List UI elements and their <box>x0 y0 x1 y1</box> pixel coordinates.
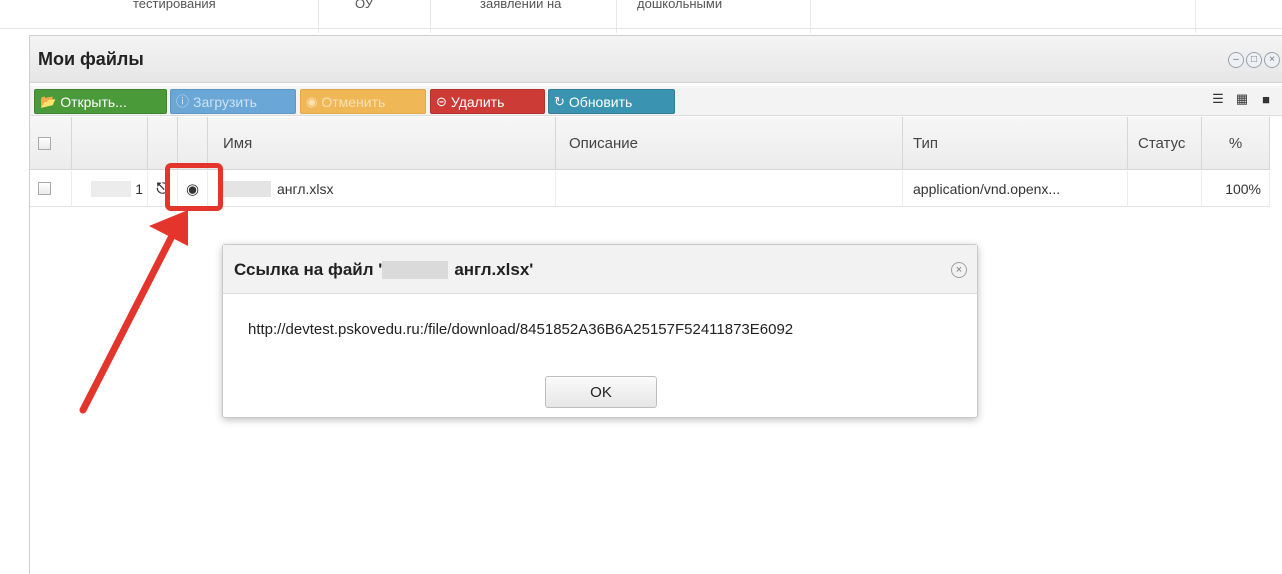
row-number-cell: 1 <box>72 171 148 206</box>
select-all-column <box>30 117 72 169</box>
open-button-label: Открыть... <box>60 93 127 110</box>
row-description-cell <box>556 171 903 206</box>
list-view-icon[interactable]: ☰ <box>1210 91 1226 107</box>
type-column-header[interactable]: Тип <box>903 117 1128 169</box>
description-header-label: Описание <box>569 134 639 152</box>
percent-column-header[interactable]: % <box>1202 117 1270 169</box>
background-cell: дошкольными <box>637 0 723 11</box>
dialog-title: Ссылка на файл ' англ.xlsx' <box>234 260 533 280</box>
delete-button[interactable]: ⊝ Удалить <box>430 89 545 114</box>
cancel-button-label: Отменить <box>321 93 386 110</box>
grid-small-view-icon[interactable]: ▦ <box>1234 91 1250 107</box>
background-cell: тестирования <box>133 0 216 11</box>
dialog-title-suffix: англ.xlsx' <box>454 260 534 279</box>
grid-large-view-icon[interactable]: ■ <box>1258 91 1274 107</box>
upload-button[interactable]: ⓘ Загрузить <box>170 89 296 114</box>
background-cell: заявлении на <box>480 0 562 11</box>
toolbar: 📂 Открыть... ⓘ Загрузить ◉ Отменить ⊝ Уд… <box>30 86 1282 116</box>
maximize-icon[interactable]: □ <box>1246 52 1262 68</box>
status-header-label: Статус <box>1138 134 1186 152</box>
file-name: англ.xlsx <box>277 180 334 197</box>
name-column-header[interactable]: Имя <box>208 117 556 169</box>
upload-circle-icon: ⓘ <box>176 94 190 109</box>
row-name-cell: англ.xlsx <box>208 171 556 206</box>
redacted-area <box>91 180 132 197</box>
number-column-header <box>72 117 148 169</box>
ok-button[interactable]: OK <box>545 376 657 408</box>
background-table-row: тестирования ОУ заявлении на дошкольными <box>0 0 1282 33</box>
row-percent-cell: 100% <box>1202 171 1270 206</box>
name-header-label: Имя <box>223 134 253 152</box>
file-link-dialog: Ссылка на файл ' англ.xlsx' × http://dev… <box>222 244 978 418</box>
cancel-button[interactable]: ◉ Отменить <box>300 89 426 114</box>
status-column-header[interactable]: Статус <box>1128 117 1202 169</box>
download-link-text: http://devtest.pskovedu.ru:/file/downloa… <box>248 321 794 338</box>
type-header-label: Тип <box>913 134 939 152</box>
cancel-circle-icon: ◉ <box>306 94 318 109</box>
view-mode-switcher: ☰ ▦ ■ <box>1210 91 1274 107</box>
refresh-button-label: Обновить <box>568 93 633 110</box>
minus-circle-icon: ⊝ <box>436 94 447 109</box>
refresh-icon: ↻ <box>554 94 565 109</box>
row-type-cell: application/vnd.openx... <box>903 171 1128 206</box>
row-checkbox[interactable] <box>38 182 51 195</box>
action-column-header <box>148 117 178 169</box>
folder-open-icon: 📂 <box>40 94 57 109</box>
window-controls: – □ × <box>1228 52 1280 68</box>
upload-button-label: Загрузить <box>193 93 257 110</box>
refresh-button[interactable]: ↻ Обновить <box>548 89 675 114</box>
redacted-area <box>223 180 271 197</box>
background-cell: ОУ <box>355 0 374 11</box>
row-number: 1 <box>135 180 143 197</box>
row-select-cell <box>30 171 72 206</box>
close-icon[interactable]: × <box>951 262 967 278</box>
window-title: Мои файлы <box>38 49 144 69</box>
delete-button-label: Удалить <box>450 93 505 110</box>
open-button[interactable]: 📂 Открыть... <box>34 89 167 114</box>
file-type: application/vnd.openx... <box>913 180 1061 197</box>
dialog-title-prefix: Ссылка на файл ' <box>234 260 383 279</box>
percent-header-label: % <box>1228 134 1243 152</box>
window-header[interactable]: Мои файлы – □ × <box>30 36 1282 83</box>
description-column-header[interactable]: Описание <box>556 117 903 169</box>
dialog-header[interactable]: Ссылка на файл ' англ.xlsx' × <box>223 245 977 294</box>
redacted-area <box>382 261 449 279</box>
row-status-cell <box>1128 171 1202 206</box>
link-column-header <box>178 117 208 169</box>
minimize-icon[interactable]: – <box>1228 52 1244 68</box>
select-all-checkbox[interactable] <box>38 136 51 150</box>
annotation-highlight-box <box>165 163 223 211</box>
file-percent: 100% <box>1225 180 1261 197</box>
close-icon[interactable]: × <box>1264 52 1280 68</box>
